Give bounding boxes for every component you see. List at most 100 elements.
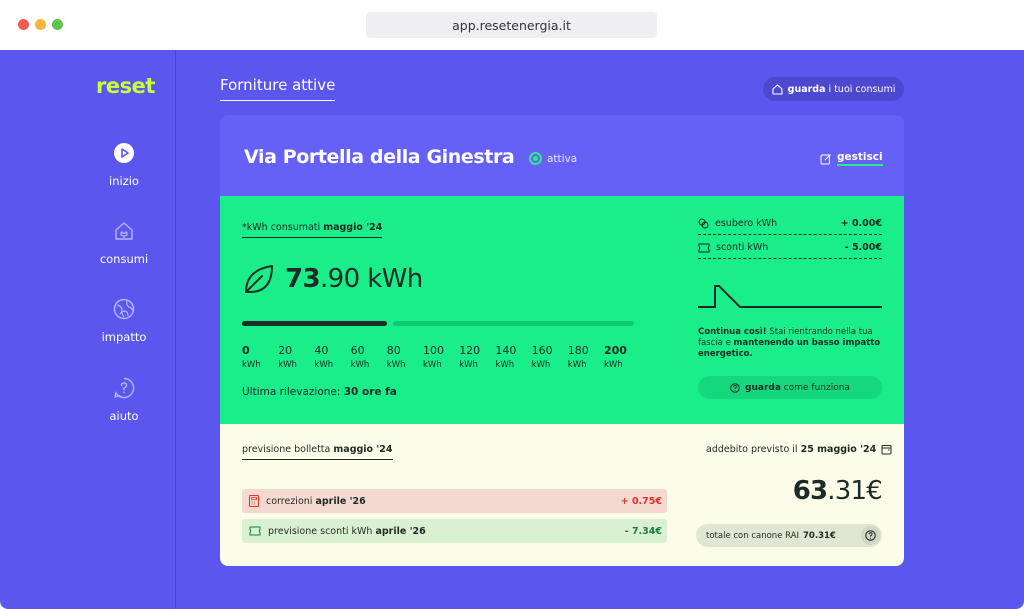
bill-line-value: - 7.34€ [624, 525, 662, 537]
scale-tick-value: 0 [242, 344, 250, 357]
sidebar: reset inizio consumi impatto aiuto [0, 50, 176, 609]
how-it-works-text: come funziona [783, 382, 850, 393]
sidebar-item-consumi[interactable]: consumi [74, 220, 174, 266]
bill-line-month: aprile '26 [315, 495, 366, 507]
status-badge: attiva [529, 152, 577, 165]
consumption-decimal: .90 [319, 264, 360, 294]
esubero-value: + 0.00€ [840, 218, 882, 229]
address-bar[interactable]: app.resetenergia.it [366, 12, 657, 38]
scale-tick-unit: kWh [350, 360, 370, 370]
last-reading-value: 30 ore fa [343, 386, 397, 398]
bill-line-correzioni: correzioni aprile '26 + 0.75€ [242, 489, 667, 513]
view-consumption-button[interactable]: guarda i tuoi consumi [763, 77, 904, 101]
last-reading-label: Ultima rilevazione: [242, 386, 341, 398]
esubero-row: esubero kWh + 0.00€ [698, 213, 882, 235]
ticket-icon [249, 526, 261, 536]
sidebar-item-aiuto[interactable]: aiuto [74, 377, 174, 423]
status-text: attiva [547, 152, 578, 165]
scale-tick: 120 kWh [459, 344, 480, 370]
scale-tick-unit: kWh [242, 360, 261, 370]
scale-tick-unit: kWh [531, 360, 551, 370]
consumption-panel: *kWh consumati maggio '24 73.90 kWh 0 kWh… [220, 196, 904, 424]
scale-tick-value: 120 [459, 344, 481, 357]
rai-total-value: 70.31€ [803, 530, 836, 541]
scale-tick-value: 140 [495, 344, 517, 357]
scale-tick-unit: kWh [386, 360, 406, 370]
manage-label: gestisci [837, 151, 883, 166]
manage-button[interactable]: gestisci [820, 151, 883, 166]
sconti-value: - 5.00€ [844, 242, 882, 253]
charge-date-prefix: addebito previsto il [706, 444, 798, 455]
reset-logo[interactable]: reset [96, 74, 155, 98]
bill-line-label: correzioni [266, 495, 313, 507]
button-bold-text: guarda [787, 83, 826, 95]
globe-icon [113, 298, 135, 320]
button-text: i tuoi consumi [828, 83, 896, 95]
scale-tick: 200 kWh [604, 344, 627, 370]
bill-label-month: maggio '24 [333, 444, 393, 455]
calendar-icon[interactable] [881, 444, 892, 455]
app-root: reset inizio consumi impatto aiuto Forni… [0, 50, 1024, 609]
sidebar-item-impatto[interactable]: impatto [74, 298, 174, 344]
scale-tick-value: 180 [567, 344, 589, 357]
sconti-label: sconti kWh [716, 242, 769, 253]
maximize-window-button[interactable] [52, 19, 63, 30]
close-window-button[interactable] [18, 19, 29, 30]
edit-icon [820, 153, 831, 164]
browser-window: app.resetenergia.it reset inizio consumi [0, 0, 1024, 609]
consumption-label: *kWh consumati maggio '24 [242, 222, 383, 238]
bill-line-month: aprile '26 [375, 525, 426, 537]
ticket-icon [698, 243, 710, 252]
bill-total-integer: 63 [792, 476, 828, 506]
bill-label-prefix: previsione bolletta [242, 444, 331, 455]
scale-tick-unit: kWh [604, 360, 623, 370]
supply-address: Via Portella della Ginestra [244, 146, 515, 168]
sidebar-item-label: impatto [101, 330, 147, 344]
help-icon [113, 377, 135, 399]
scale-tick-value: 160 [531, 344, 553, 357]
scale-tick-value: 40 [314, 344, 329, 357]
minimize-window-button[interactable] [35, 19, 46, 30]
bill-total: 63.31€ [780, 476, 883, 506]
supply-header: Via Portella della Ginestra attiva gesti… [220, 115, 904, 196]
status-indicator-icon [529, 152, 542, 165]
supply-card: Via Portella della Ginestra attiva gesti… [220, 115, 904, 566]
scale-tick: 20 kWh [278, 344, 297, 370]
home-plug-icon [115, 222, 133, 240]
charge-date-value: 25 maggio '24 [800, 444, 877, 455]
consumption-scale: 0 kWh 20 kWh 40 kWh 60 kWh 80 kWh 100 kWh 120 kWh 140 k… [242, 344, 642, 374]
sidebar-item-label: inizio [109, 174, 139, 188]
scale-tick: 140 kWh [495, 344, 516, 370]
scale-tick-unit: kWh [567, 360, 587, 370]
how-it-works-button[interactable]: guarda come funziona [698, 376, 882, 399]
band-curve-graphic [698, 285, 882, 308]
scale-tick: 40 kWh [314, 344, 333, 370]
consumption-label-prefix: *kWh consumati [242, 222, 321, 233]
page-title[interactable]: Forniture attive [220, 76, 336, 101]
esubero-label: esubero kWh [715, 218, 778, 229]
scale-tick: 80 kWh [387, 344, 406, 370]
consumption-progress-remaining [393, 321, 634, 326]
scale-tick-value: 80 [386, 344, 401, 357]
scale-tick-value: 20 [278, 344, 293, 357]
browser-toolbar: app.resetenergia.it [0, 0, 1024, 50]
scale-tick-unit: kWh [314, 360, 334, 370]
consumption-label-month: maggio '24 [323, 222, 383, 233]
calculator-icon [249, 495, 259, 507]
rai-total-label: totale con canone RAI [706, 530, 800, 541]
sidebar-item-inizio[interactable]: inizio [74, 142, 174, 188]
scale-tick: 160 kWh [532, 344, 553, 370]
scale-tick: 60 kWh [351, 344, 370, 370]
scale-tick-unit: kWh [459, 360, 478, 370]
total-with-rai: totale con canone RAI 70.31€ [696, 524, 882, 547]
scale-tick: 180 kWh [568, 344, 589, 370]
home-icon [772, 83, 783, 95]
play-icon [114, 143, 134, 163]
scale-tick: 100 kWh [423, 344, 444, 370]
scale-tick-unit: kWh [278, 360, 297, 370]
coins-icon [698, 218, 709, 229]
scale-tick-value: 60 [350, 344, 365, 357]
how-it-works-bold: guarda [745, 382, 781, 393]
rai-help-button[interactable] [861, 526, 880, 545]
scale-tick-unit: kWh [495, 360, 515, 370]
